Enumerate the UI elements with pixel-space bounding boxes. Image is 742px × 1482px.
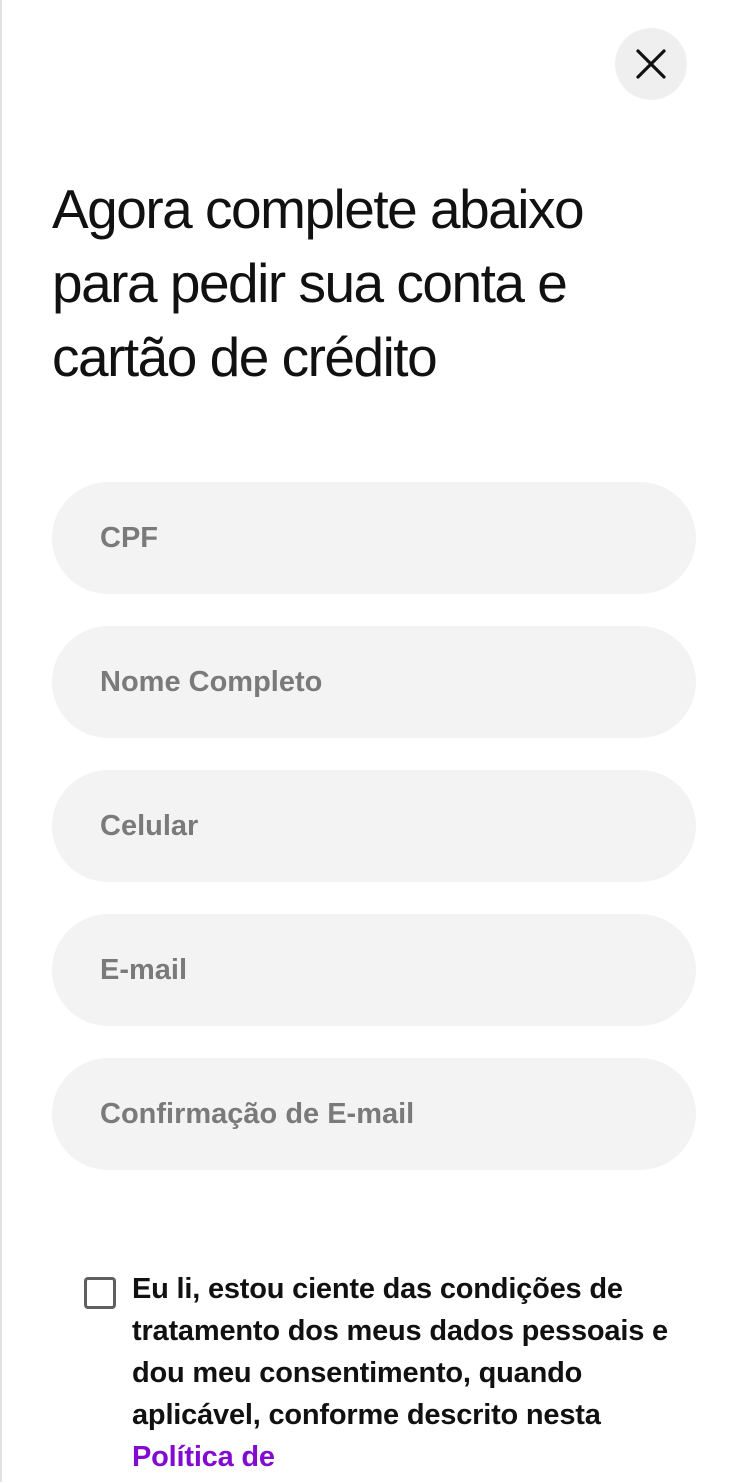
close-button[interactable] [615,28,687,100]
full-name-input[interactable] [52,626,696,738]
close-icon [636,49,666,79]
email-input[interactable] [52,914,696,1026]
signup-form [52,482,696,1202]
signup-panel: Agora complete abaixo para pedir sua con… [0,0,742,1482]
consent-checkbox[interactable] [84,1277,116,1309]
consent-text: Eu li, estou ciente das condições de tra… [132,1268,684,1478]
page-title: Agora complete abaixo para pedir sua con… [52,178,585,388]
consent-statement: Eu li, estou ciente das condições de tra… [132,1273,668,1431]
email-confirmation-input[interactable] [52,1058,696,1170]
phone-input[interactable] [52,770,696,882]
consent-row: Eu li, estou ciente das condições de tra… [84,1268,684,1478]
privacy-policy-link[interactable]: Política de [132,1441,275,1473]
cpf-input[interactable] [52,482,696,594]
